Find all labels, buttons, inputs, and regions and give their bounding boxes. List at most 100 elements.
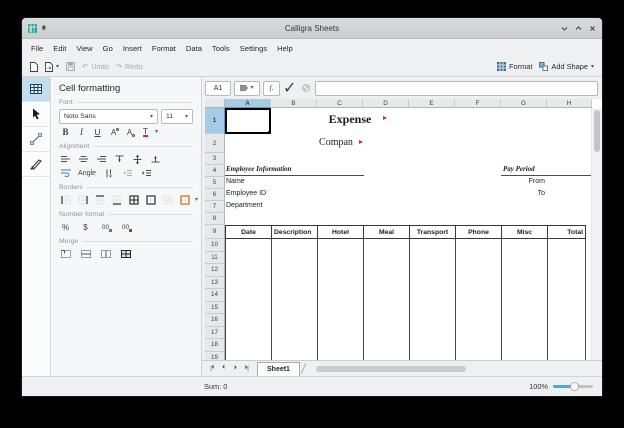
- border-top-button[interactable]: [93, 194, 106, 206]
- align-right-button[interactable]: [95, 153, 108, 165]
- indent-more-button[interactable]: [140, 167, 153, 179]
- border-all-button[interactable]: [127, 194, 140, 206]
- column-header-a[interactable]: A: [225, 99, 271, 108]
- column-header-c[interactable]: C: [317, 99, 363, 108]
- table-header-phone[interactable]: Phone: [455, 225, 502, 239]
- merge-cells-button[interactable]: [59, 248, 72, 260]
- redo-button[interactable]: ↷ Redo: [116, 62, 143, 71]
- merge-horizontal-button[interactable]: [79, 248, 92, 260]
- row-header-4[interactable]: 4: [205, 165, 225, 177]
- border-none-button[interactable]: [161, 194, 174, 206]
- row-header-5[interactable]: 5: [205, 177, 225, 189]
- dock-tab-cell-formatting[interactable]: [22, 77, 50, 102]
- align-left-button[interactable]: [59, 153, 72, 165]
- cell-a5-name[interactable]: Name: [226, 178, 245, 185]
- dissociate-cells-button[interactable]: [119, 248, 132, 260]
- border-right-button[interactable]: [76, 194, 89, 206]
- wrap-text-button[interactable]: [59, 167, 72, 179]
- vertical-text-button[interactable]: [102, 167, 115, 179]
- border-left-button[interactable]: [59, 194, 72, 206]
- undo-button[interactable]: ↶ Undo: [82, 62, 109, 71]
- cell-selection-a1[interactable]: [225, 108, 271, 134]
- menu-item-tools[interactable]: Tools: [207, 42, 235, 55]
- table-header-description[interactable]: Description: [271, 225, 318, 239]
- indent-less-button[interactable]: [121, 167, 134, 179]
- table-header-hotel[interactable]: Hotel: [317, 225, 364, 239]
- column-header-h[interactable]: H: [547, 99, 592, 108]
- column-header-g[interactable]: G: [501, 99, 547, 108]
- cell-g6-to[interactable]: To: [455, 190, 545, 197]
- menu-item-help[interactable]: Help: [272, 42, 298, 55]
- align-center-button[interactable]: [77, 153, 90, 165]
- row-header-11[interactable]: 11: [205, 252, 225, 265]
- menu-item-view[interactable]: View: [71, 42, 97, 55]
- cell-a4-employee-information[interactable]: Employee Information: [225, 165, 364, 176]
- table-header-date[interactable]: Date: [225, 225, 272, 239]
- row-header-19[interactable]: 19: [205, 352, 225, 361]
- row-header-8[interactable]: 8: [205, 213, 225, 225]
- zoom-slider-thumb[interactable]: [570, 382, 579, 391]
- menu-item-insert[interactable]: Insert: [118, 42, 147, 55]
- sheet-cell-area[interactable]: Expense Compan Employee Information Pay …: [225, 108, 592, 360]
- next-sheet-button[interactable]: ⏵: [230, 363, 241, 374]
- merge-vertical-button[interactable]: [99, 248, 112, 260]
- column-header-d[interactable]: D: [363, 99, 409, 108]
- table-header-misc[interactable]: Misc: [501, 225, 548, 239]
- increase-precision-button[interactable]: 00: [99, 221, 112, 233]
- selection-handle[interactable]: [268, 131, 271, 134]
- border-color-button[interactable]: [178, 194, 191, 206]
- row-header-14[interactable]: 14: [205, 289, 225, 302]
- bold-button[interactable]: B: [59, 126, 72, 138]
- last-sheet-button[interactable]: |⏵: [242, 363, 253, 374]
- row-header-12[interactable]: 12: [205, 264, 225, 277]
- row-header-18[interactable]: 18: [205, 339, 225, 352]
- text-color-button[interactable]: T: [139, 126, 152, 138]
- row-header-7[interactable]: 7: [205, 201, 225, 213]
- dock-tab-line-shape[interactable]: [22, 127, 50, 152]
- table-header-total[interactable]: Total: [547, 225, 586, 239]
- row-header-15[interactable]: 15: [205, 302, 225, 315]
- named-range-button[interactable]: ▾: [234, 81, 260, 96]
- column-header-f[interactable]: F: [455, 99, 501, 108]
- menu-item-edit[interactable]: Edit: [48, 42, 71, 55]
- row-header-9[interactable]: 9: [205, 225, 225, 239]
- font-size-select[interactable]: 11 ▾: [161, 109, 193, 124]
- row-header-2[interactable]: 2: [205, 134, 225, 153]
- italic-button[interactable]: I: [75, 126, 88, 138]
- format-button[interactable]: Format: [497, 62, 532, 71]
- menu-item-data[interactable]: Data: [181, 42, 207, 55]
- row-header-16[interactable]: 16: [205, 314, 225, 327]
- underline-button[interactable]: U: [91, 126, 104, 138]
- save-button[interactable]: [66, 62, 75, 71]
- previous-sheet-button[interactable]: ⏴: [218, 363, 229, 374]
- minimize-button[interactable]: [561, 25, 568, 32]
- row-header-10[interactable]: 10: [205, 239, 225, 252]
- superscript-button[interactable]: A: [107, 126, 120, 138]
- column-header-b[interactable]: B: [271, 99, 317, 108]
- row-header-6[interactable]: 6: [205, 189, 225, 201]
- border-outer-button[interactable]: [144, 194, 157, 206]
- close-button[interactable]: [589, 25, 596, 32]
- horizontal-scrollbar-thumb[interactable]: [316, 366, 466, 372]
- percent-format-button[interactable]: %: [59, 221, 72, 233]
- cell-c2-subtitle[interactable]: Compan: [295, 137, 377, 148]
- first-sheet-button[interactable]: ⏴|: [206, 363, 217, 374]
- menu-item-go[interactable]: Go: [98, 42, 118, 55]
- column-header-e[interactable]: E: [409, 99, 455, 108]
- row-header-17[interactable]: 17: [205, 327, 225, 340]
- add-shape-button[interactable]: Add Shape ▾: [539, 62, 594, 71]
- row-header-3[interactable]: 3: [205, 153, 225, 165]
- font-family-select[interactable]: Noto Sans ▾: [59, 109, 158, 124]
- cell-a7-department[interactable]: Department: [226, 202, 263, 209]
- cancel-button[interactable]: [299, 82, 312, 94]
- align-middle-button[interactable]: [131, 153, 144, 165]
- vertical-scrollbar-thumb[interactable]: [594, 110, 600, 152]
- window-pin-icon[interactable]: [41, 25, 47, 32]
- vertical-scrollbar[interactable]: [591, 108, 602, 360]
- dock-tab-calligraphy[interactable]: [22, 152, 50, 177]
- dock-tab-shape-selection[interactable]: [22, 102, 50, 127]
- align-top-button[interactable]: [113, 153, 126, 165]
- maximize-button[interactable]: [575, 25, 582, 32]
- table-header-transport[interactable]: Transport: [409, 225, 456, 239]
- row-header-1[interactable]: 1: [205, 108, 225, 134]
